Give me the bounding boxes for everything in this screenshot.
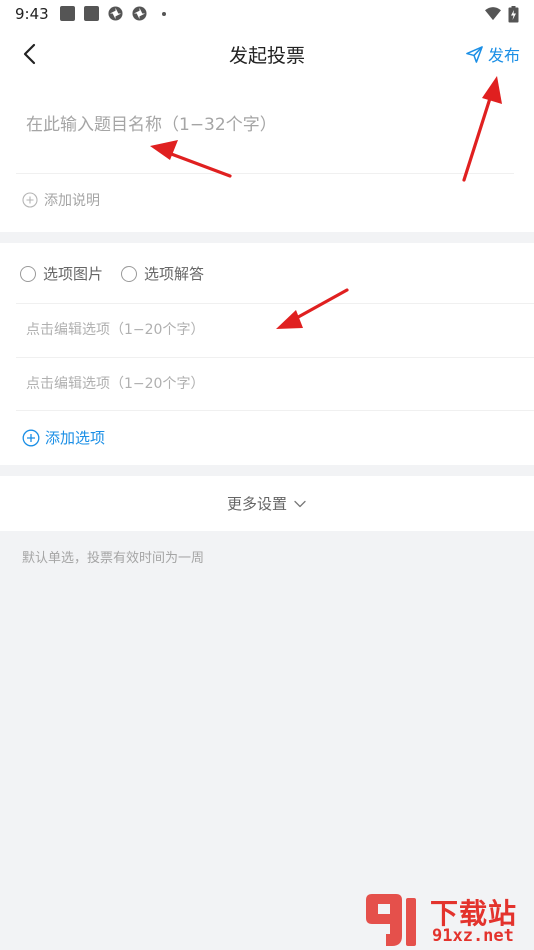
battery-icon bbox=[508, 6, 519, 23]
divider bbox=[16, 357, 534, 358]
header-bar: 发起投票 发布 bbox=[0, 28, 534, 80]
hint-text: 默认单选，投票有效时间为一周 bbox=[22, 551, 205, 566]
option-input-1[interactable] bbox=[26, 317, 506, 343]
add-description-button[interactable]: 添加说明 bbox=[22, 190, 100, 210]
status-time: 9:43 bbox=[15, 5, 49, 23]
publish-button[interactable]: 发布 bbox=[465, 42, 520, 66]
plus-circle-icon bbox=[22, 192, 38, 208]
plus-circle-icon bbox=[22, 429, 40, 446]
watermark-url: 91xz.net bbox=[432, 926, 514, 946]
status-bar: 9:43 bbox=[0, 0, 534, 28]
radio-option-image[interactable]: 选项图片 bbox=[20, 263, 103, 284]
gallery-icon bbox=[60, 6, 75, 21]
vote-title-input[interactable] bbox=[26, 110, 506, 140]
more-settings-label: 更多设置 bbox=[226, 495, 287, 513]
chevron-down-icon bbox=[294, 500, 306, 507]
option-type-radios: 选项图片 选项解答 bbox=[20, 263, 204, 284]
watermark-logo-icon bbox=[366, 894, 416, 946]
gallery-icon bbox=[84, 6, 99, 21]
option-input-2[interactable] bbox=[26, 371, 506, 397]
radio-option-image-label: 选项图片 bbox=[43, 265, 104, 283]
add-description-label: 添加说明 bbox=[44, 193, 100, 209]
radio-option-answer-label: 选项解答 bbox=[144, 265, 205, 283]
radio-option-answer[interactable]: 选项解答 bbox=[121, 263, 204, 284]
more-settings-section: 更多设置 bbox=[0, 476, 534, 531]
paper-plane-icon bbox=[466, 45, 483, 63]
page-title: 发起投票 bbox=[228, 45, 305, 67]
wifi-icon bbox=[485, 7, 501, 21]
publish-label: 发布 bbox=[487, 46, 520, 65]
watermark: 下载站 91xz.net bbox=[362, 890, 534, 950]
more-settings-button[interactable]: 更多设置 bbox=[0, 493, 534, 514]
add-option-button[interactable]: 添加选项 bbox=[22, 427, 105, 448]
radio-circle-icon bbox=[20, 265, 36, 282]
divider bbox=[16, 410, 534, 411]
dot-icon bbox=[162, 12, 166, 16]
divider bbox=[16, 173, 514, 174]
options-section: 选项图片 选项解答 添加选项 bbox=[0, 243, 534, 465]
divider bbox=[16, 303, 534, 304]
pinwheel-icon bbox=[108, 6, 123, 21]
radio-circle-icon bbox=[121, 265, 138, 282]
add-option-label: 添加选项 bbox=[45, 429, 106, 447]
title-section: 添加说明 bbox=[0, 80, 534, 232]
pinwheel-icon bbox=[132, 6, 147, 21]
